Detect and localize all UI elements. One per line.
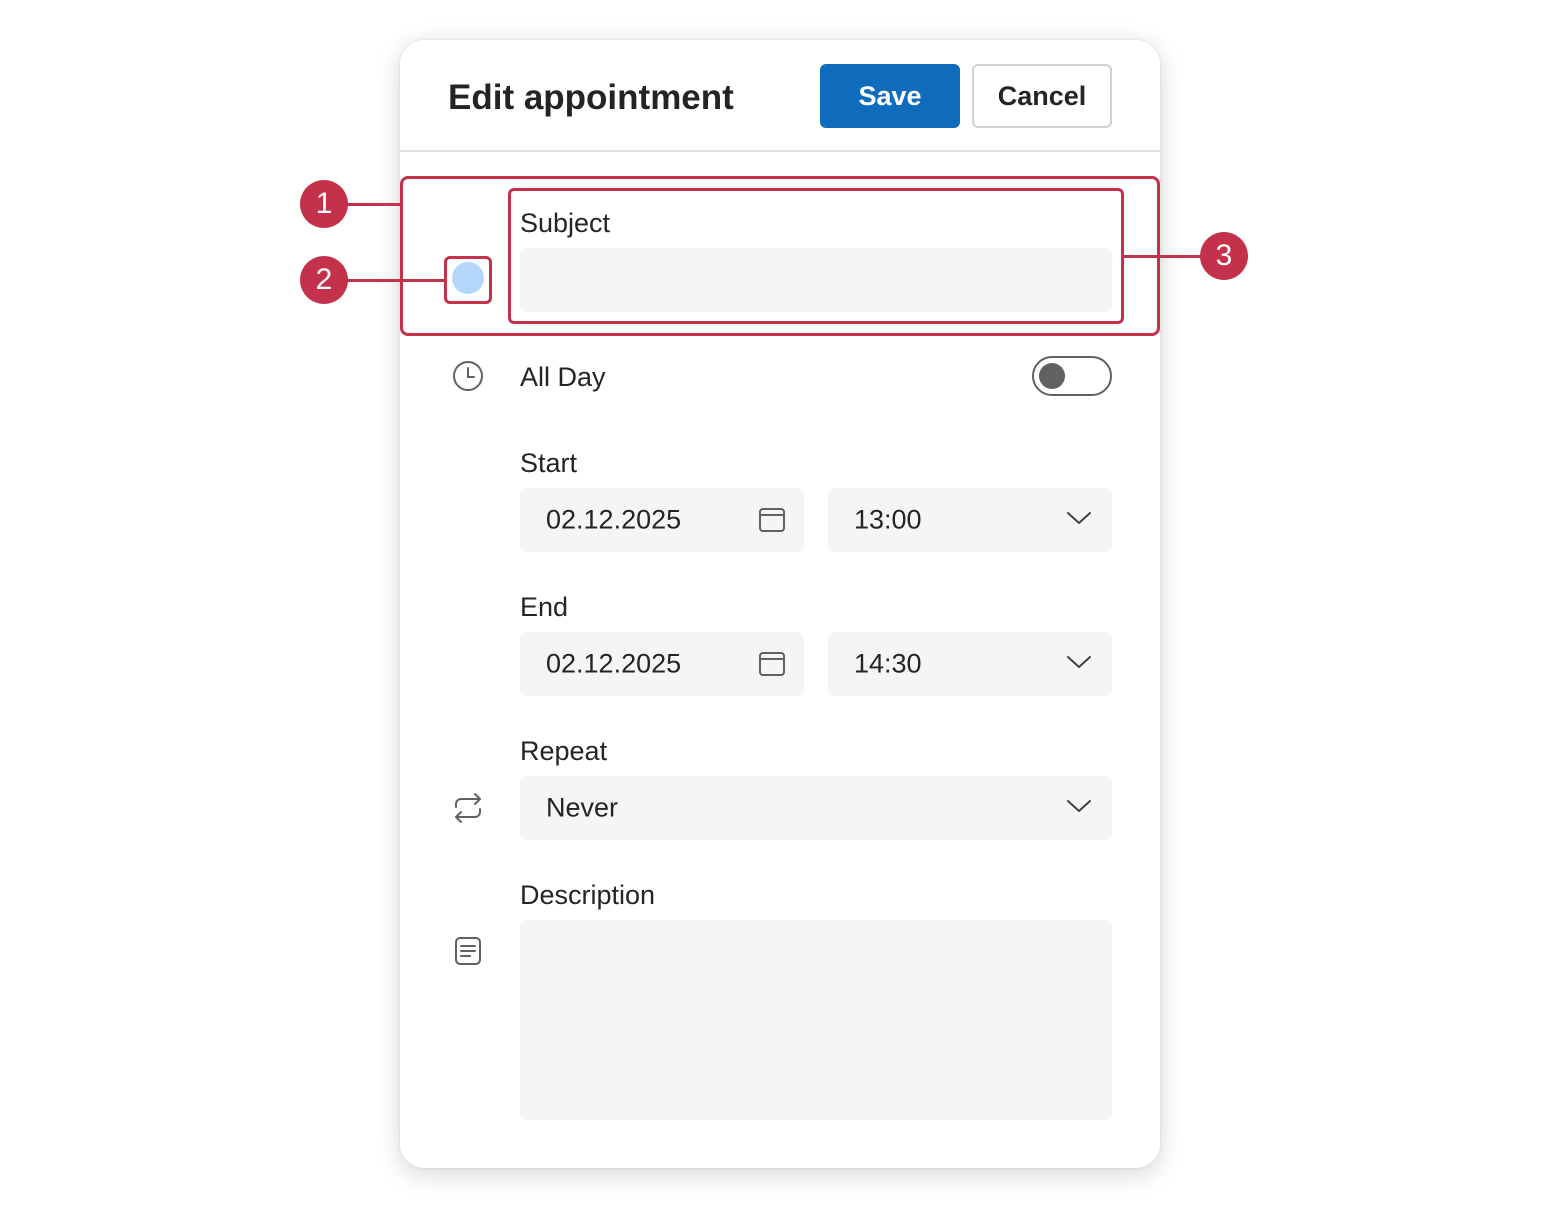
repeat-icon xyxy=(455,793,481,823)
start-label: Start xyxy=(520,448,578,478)
repeat-value: Never xyxy=(546,792,619,823)
start-date-value: 02.12.2025 xyxy=(546,504,682,535)
start-date-picker[interactable]: 02.12.2025 xyxy=(520,488,804,552)
description-label: Description xyxy=(520,880,656,910)
chevron-down-icon xyxy=(1067,656,1091,668)
end-label: End xyxy=(520,592,569,622)
repeat-dropdown[interactable]: Never xyxy=(520,776,1112,840)
annotation-badge-3: 3 xyxy=(1200,232,1248,280)
dialog-title: Edit appointment xyxy=(448,78,734,117)
calendar-icon[interactable] xyxy=(758,650,786,678)
all-day-label: All Day xyxy=(520,362,606,392)
annotation-leader-2 xyxy=(346,279,446,282)
toggle-knob xyxy=(1039,363,1065,389)
chevron-down-icon xyxy=(1067,512,1091,524)
clock-icon xyxy=(453,361,483,391)
start-time-dropdown[interactable]: 13:00 xyxy=(828,488,1112,552)
end-time-value: 14:30 xyxy=(854,648,922,679)
annotation-badge-1: 1 xyxy=(300,180,348,228)
repeat-label: Repeat xyxy=(520,736,608,766)
annotation-box-2 xyxy=(444,256,492,304)
start-time-value: 13:00 xyxy=(854,504,922,535)
save-button[interactable]: Save xyxy=(820,64,960,128)
end-date-picker[interactable]: 02.12.2025 xyxy=(520,632,804,696)
annotation-box-3 xyxy=(508,188,1124,324)
end-date-value: 02.12.2025 xyxy=(546,648,682,679)
dialog-header: Edit appointment Save Cancel xyxy=(400,40,1160,152)
calendar-icon[interactable] xyxy=(758,506,786,534)
notes-icon xyxy=(455,937,481,965)
annotation-leader-3 xyxy=(1122,255,1202,258)
description-textarea[interactable] xyxy=(520,920,1112,1120)
annotation-leader-1 xyxy=(346,203,402,206)
cancel-button[interactable]: Cancel xyxy=(972,64,1112,128)
annotation-badge-2: 2 xyxy=(300,256,348,304)
end-time-dropdown[interactable]: 14:30 xyxy=(828,632,1112,696)
chevron-down-icon xyxy=(1067,800,1091,812)
all-day-toggle[interactable] xyxy=(1032,356,1112,396)
